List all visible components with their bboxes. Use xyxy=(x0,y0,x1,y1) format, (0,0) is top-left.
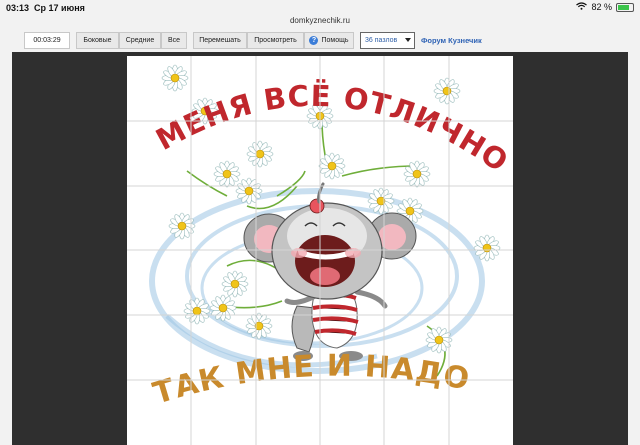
side-pieces-button[interactable]: Боковые xyxy=(76,32,119,49)
address-url[interactable]: domkyznechik.ru xyxy=(0,16,640,25)
all-pieces-button[interactable]: Все xyxy=(161,32,187,49)
status-date: Ср 17 июня xyxy=(34,3,85,13)
chevron-down-icon xyxy=(405,38,411,42)
status-right: 82 % xyxy=(576,2,634,12)
pieces-count-value: 36 пазлов xyxy=(365,37,398,44)
view-button[interactable]: Просмотреть xyxy=(247,32,304,49)
pieces-count-select[interactable]: 36 пазлов xyxy=(360,32,415,49)
timer-display: 00:03:29 xyxy=(24,32,70,49)
status-time: 03:13 xyxy=(6,3,30,13)
forum-link[interactable]: Форум Кузнечик xyxy=(421,36,482,45)
status-bar: 03:13 Ср 17 июня domkyznechik.ru 82 % xyxy=(0,0,640,25)
puzzle-toolbar: 00:03:29 Боковые Средние Все Перемешать … xyxy=(0,30,640,52)
help-icon: ? xyxy=(309,36,319,45)
middle-pieces-button[interactable]: Средние xyxy=(119,32,161,49)
battery-text: 82 % xyxy=(591,2,612,12)
wifi-icon xyxy=(576,2,588,12)
shuffle-button[interactable]: Перемешать xyxy=(193,32,247,49)
help-label: Помощь xyxy=(321,37,349,44)
puzzle-grid xyxy=(127,56,513,445)
puzzle-image[interactable]: У МЕНЯ ВСЁ ОТЛИЧНО, ТАК МНЕ И НАДО! xyxy=(127,56,513,445)
battery-icon xyxy=(616,2,634,12)
help-button[interactable]: ? Помощь xyxy=(304,32,354,49)
